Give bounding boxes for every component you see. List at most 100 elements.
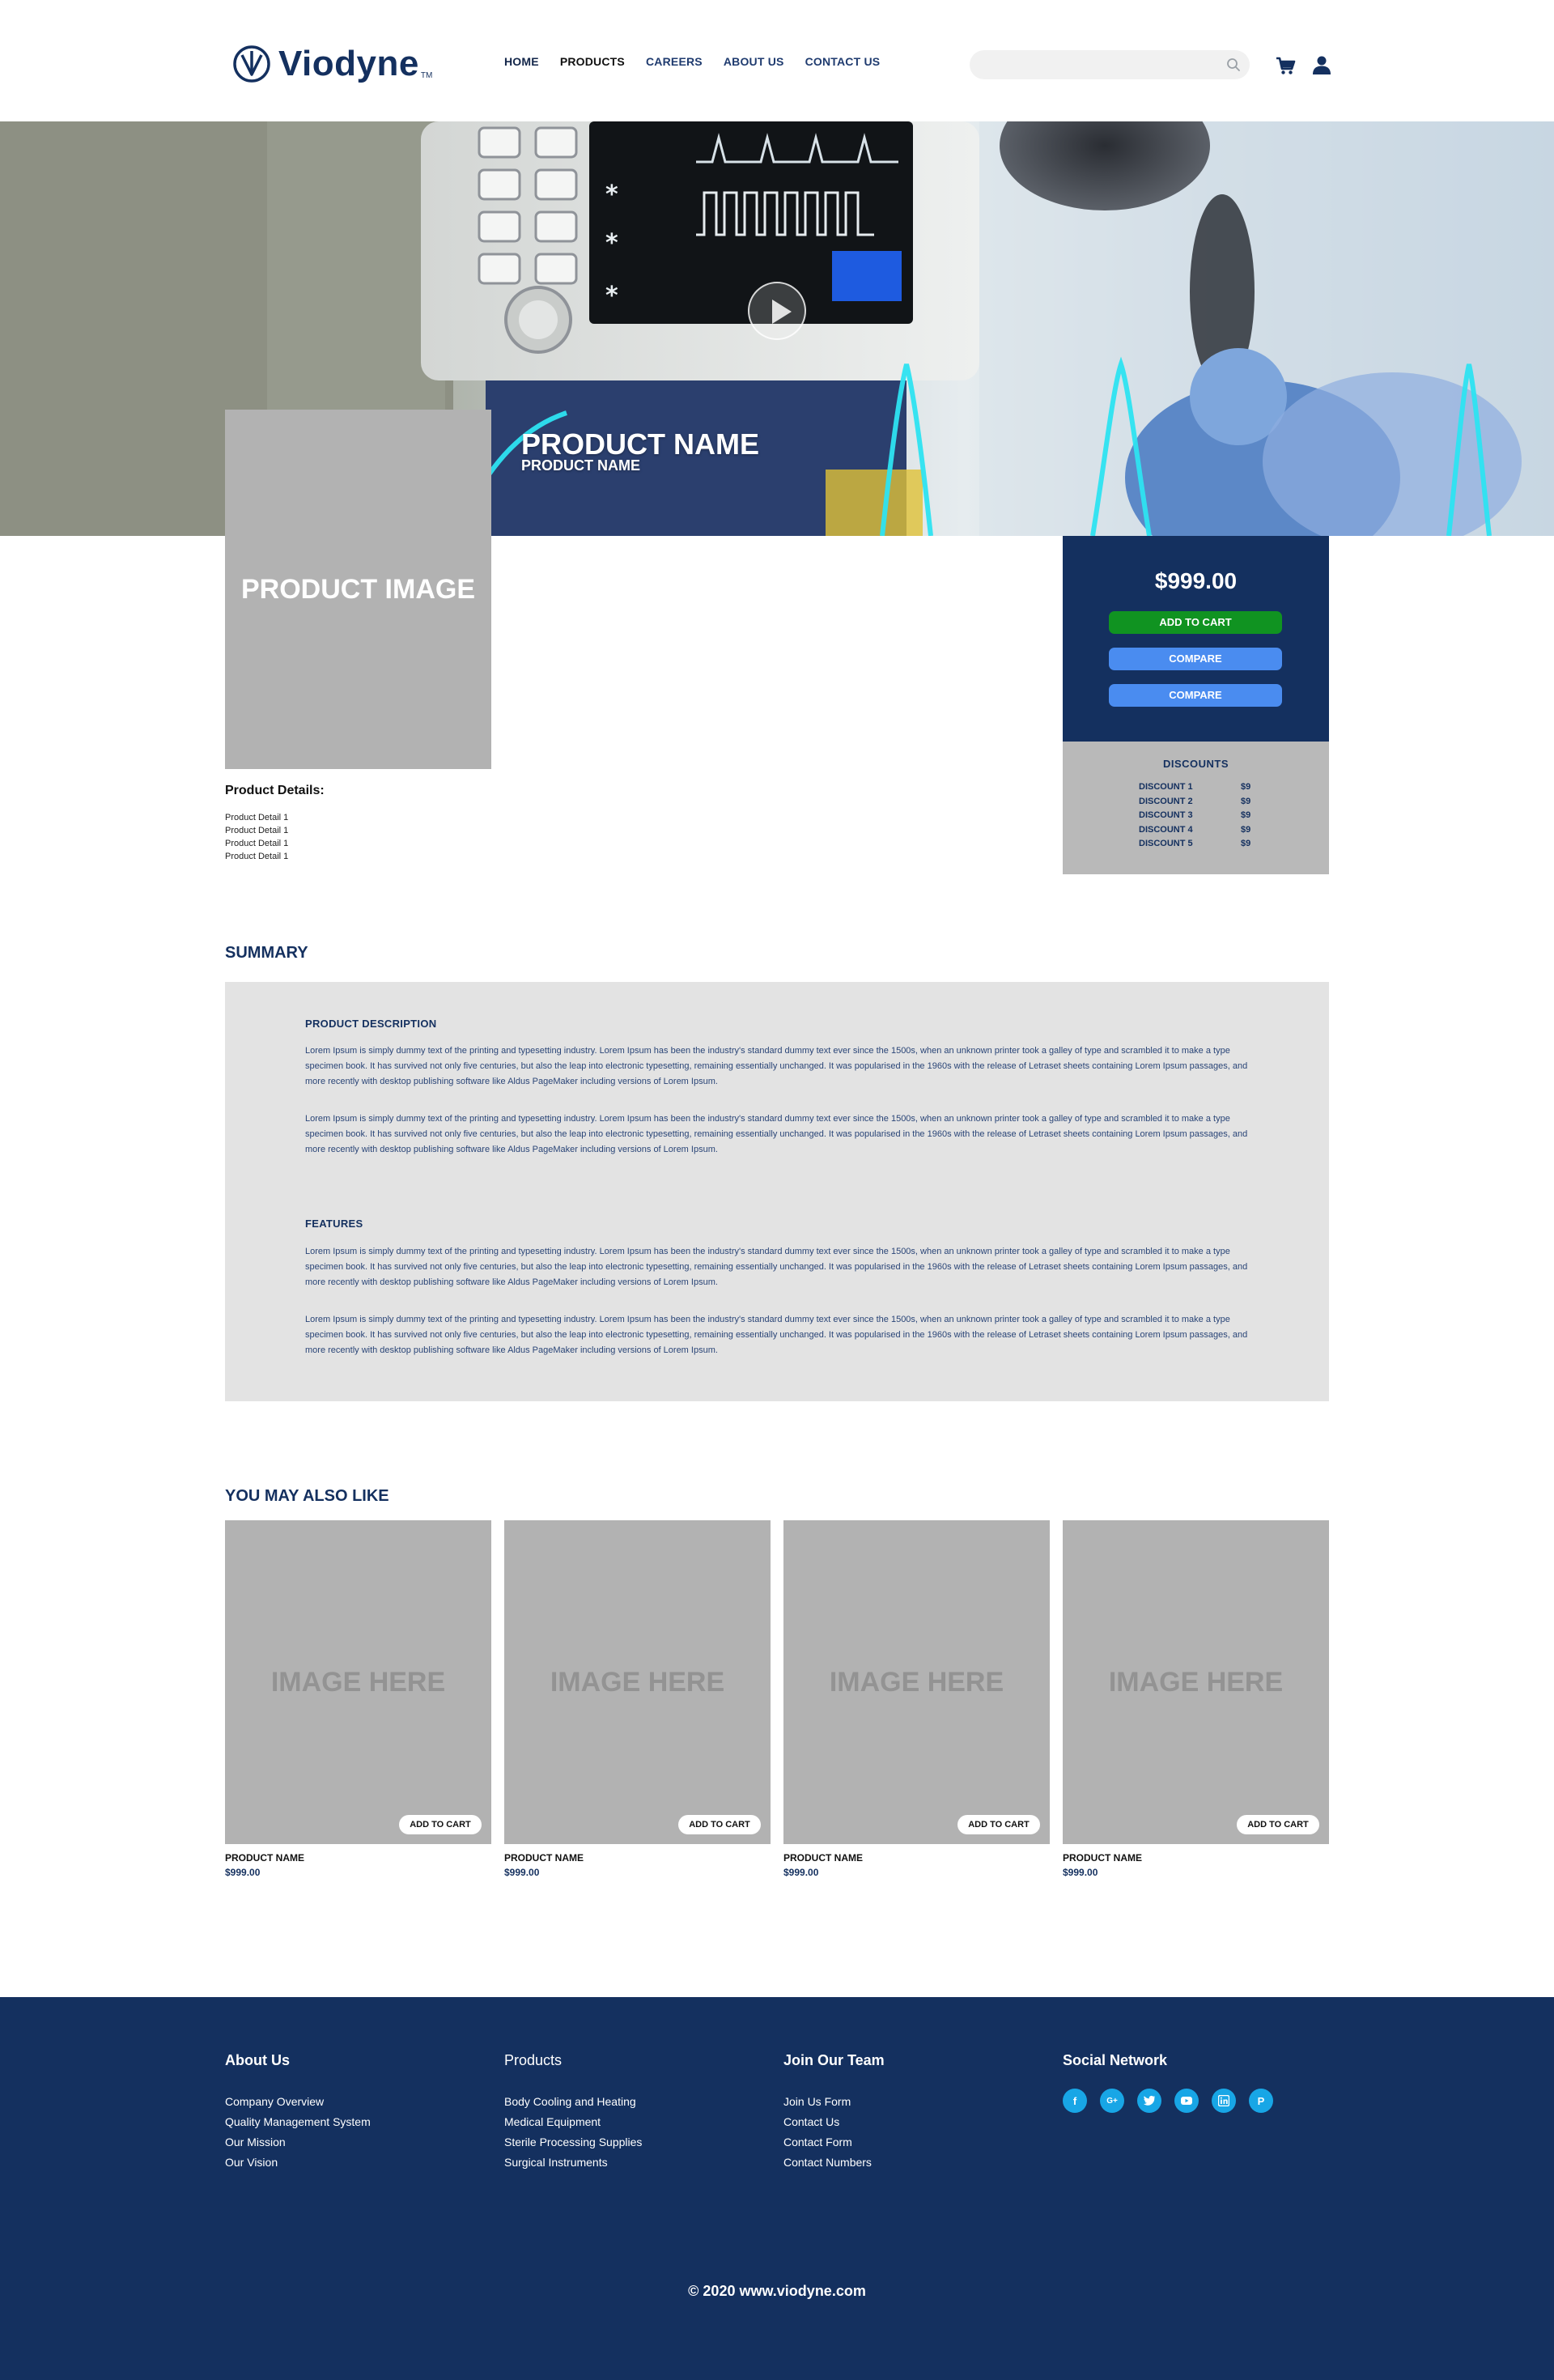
card-add-to-cart-button[interactable]: ADD TO CART: [678, 1815, 761, 1834]
summary-heading: SUMMARY: [225, 944, 308, 962]
facebook-icon[interactable]: f: [1063, 2089, 1087, 2113]
discount-label: DISCOUNT 2: [1139, 796, 1193, 806]
footer-link[interactable]: Body Cooling and Heating: [504, 2092, 642, 2112]
linkedin-shape: [1218, 2095, 1229, 2106]
related-product-name[interactable]: PRODUCT NAME: [1063, 1852, 1329, 1864]
footer-link[interactable]: Join Us Form: [783, 2092, 885, 2112]
card-add-to-cart-button[interactable]: ADD TO CART: [399, 1815, 482, 1834]
footer-link[interactable]: Our Mission: [225, 2132, 371, 2153]
related-product-name[interactable]: PRODUCT NAME: [504, 1852, 771, 1864]
footer-link[interactable]: Sterile Processing Supplies: [504, 2132, 642, 2153]
nav-products[interactable]: PRODUCTS: [560, 55, 625, 68]
compare-button-secondary[interactable]: COMPARE: [1109, 684, 1282, 707]
twitter-bird-shape: [1143, 2095, 1155, 2106]
purchase-panel: $999.00 ADD TO CART COMPARE COMPARE: [1063, 536, 1329, 742]
footer-link[interactable]: Contact Numbers: [783, 2153, 885, 2173]
logo-text: Viodyne: [278, 44, 419, 83]
svg-text:*: *: [605, 181, 618, 209]
related-product-image[interactable]: IMAGE HERE ADD TO CART: [1063, 1520, 1329, 1844]
cart-icon[interactable]: [1275, 55, 1296, 76]
footer-social-column: Social Network f G+ P: [1063, 2052, 1273, 2113]
related-product-price: $999.00: [225, 1867, 261, 1878]
related-product-card[interactable]: IMAGE HERE ADD TO CART PRODUCT NAME $999…: [783, 1520, 1050, 1878]
footer-join-column: Join Our Team Join Us Form Contact Us Co…: [783, 2052, 885, 2173]
discount-row: DISCOUNT 5 $9: [1139, 837, 1250, 852]
discount-label: DISCOUNT 3: [1139, 810, 1193, 820]
discount-value: $9: [1241, 824, 1251, 835]
discounts-title: DISCOUNTS: [1162, 758, 1229, 770]
image-placeholder-label: IMAGE HERE: [270, 1666, 446, 1698]
related-product-name[interactable]: PRODUCT NAME: [783, 1852, 1050, 1864]
nav-contact-us[interactable]: CONTACT US: [805, 55, 881, 68]
svg-text:*: *: [605, 229, 618, 257]
footer-link[interactable]: Company Overview: [225, 2092, 371, 2112]
product-details-title: Product Details:: [225, 784, 325, 797]
image-placeholder-label: IMAGE HERE: [550, 1666, 725, 1698]
related-product-card[interactable]: IMAGE HERE ADD TO CART PRODUCT NAME $999…: [225, 1520, 491, 1878]
add-to-cart-button[interactable]: ADD TO CART: [1109, 611, 1282, 634]
youtube-icon[interactable]: [1174, 2089, 1199, 2113]
footer-join-title: Join Our Team: [783, 2052, 885, 2068]
site-footer: About Us Company Overview Quality Manage…: [0, 1997, 1554, 2380]
related-product-image[interactable]: IMAGE HERE ADD TO CART: [225, 1520, 491, 1844]
product-description-title: PRODUCT DESCRIPTION: [305, 1018, 437, 1030]
product-price: $999.00: [1154, 568, 1238, 593]
search-input[interactable]: [970, 50, 1250, 79]
user-account-icon[interactable]: [1311, 54, 1332, 75]
related-product-price: $999.00: [504, 1867, 540, 1878]
discount-label: DISCOUNT 5: [1139, 839, 1193, 848]
related-product-price: $999.00: [783, 1867, 819, 1878]
logo-trademark: TM: [420, 70, 433, 80]
pinterest-icon[interactable]: P: [1249, 2089, 1273, 2113]
features-title: FEATURES: [305, 1218, 363, 1230]
hero-product-subtitle: PRODUCT NAME: [521, 457, 640, 474]
linkedin-icon[interactable]: [1212, 2089, 1236, 2113]
footer-products-column: Products Body Cooling and Heating Medica…: [504, 2052, 642, 2173]
hero-product-title: PRODUCT NAME: [521, 427, 759, 461]
related-product-name[interactable]: PRODUCT NAME: [225, 1852, 491, 1864]
compare-button[interactable]: COMPARE: [1109, 648, 1282, 670]
features-paragraph: Lorem Ipsum is simply dummy text of the …: [305, 1315, 1248, 1355]
footer-link[interactable]: Our Vision: [225, 2153, 371, 2173]
related-product-card[interactable]: IMAGE HERE ADD TO CART PRODUCT NAME $999…: [504, 1520, 771, 1878]
logo[interactable]: Viodyne TM: [231, 44, 432, 84]
product-details-list: Product Detail 1 Product Detail 1 Produc…: [225, 811, 288, 863]
related-products-heading: YOU MAY ALSO LIKE: [225, 1487, 389, 1505]
discount-value: $9: [1241, 839, 1251, 848]
footer-link[interactable]: Quality Management System: [225, 2112, 371, 2132]
youtube-play-shape: [1181, 2097, 1192, 2105]
related-product-card[interactable]: IMAGE HERE ADD TO CART PRODUCT NAME $999…: [1063, 1520, 1329, 1878]
related-product-image[interactable]: IMAGE HERE ADD TO CART: [504, 1520, 771, 1844]
discount-row: DISCOUNT 1 $9: [1139, 780, 1250, 795]
features-paragraph: Lorem Ipsum is simply dummy text of the …: [305, 1247, 1248, 1287]
card-add-to-cart-button[interactable]: ADD TO CART: [957, 1815, 1040, 1834]
footer-link[interactable]: Contact Form: [783, 2132, 885, 2153]
search-icon[interactable]: [1225, 57, 1242, 73]
nav-about-us[interactable]: ABOUT US: [724, 55, 784, 68]
page: Viodyne TM HOME PRODUCTS CAREERS ABOUT U…: [0, 0, 1554, 2380]
discount-row: DISCOUNT 4 $9: [1139, 823, 1250, 838]
discount-row: DISCOUNT 3 $9: [1139, 809, 1250, 823]
footer-social-title: Social Network: [1063, 2052, 1168, 2068]
product-image-label: PRODUCT IMAGE: [241, 573, 475, 605]
site-header: Viodyne TM HOME PRODUCTS CAREERS ABOUT U…: [0, 0, 1554, 121]
product-description-paragraph: Lorem Ipsum is simply dummy text of the …: [305, 1114, 1248, 1154]
product-image: PRODUCT IMAGE: [225, 410, 491, 769]
footer-link[interactable]: Contact Us: [783, 2112, 885, 2132]
card-add-to-cart-button[interactable]: ADD TO CART: [1237, 1815, 1319, 1834]
product-description-paragraph: Lorem Ipsum is simply dummy text of the …: [305, 1046, 1248, 1086]
twitter-icon[interactable]: [1137, 2089, 1161, 2113]
nav-home[interactable]: HOME: [504, 55, 539, 68]
play-video-button[interactable]: [748, 282, 806, 340]
google-plus-icon[interactable]: G+: [1100, 2089, 1124, 2113]
footer-link[interactable]: Medical Equipment: [504, 2112, 642, 2132]
nav-careers[interactable]: CAREERS: [646, 55, 703, 68]
logo-mark-icon: [233, 45, 270, 83]
related-product-price: $999.00: [1063, 1867, 1098, 1878]
footer-link[interactable]: Surgical Instruments: [504, 2153, 642, 2173]
summary-panel: PRODUCT DESCRIPTION Lorem Ipsum is simpl…: [225, 982, 1329, 1401]
footer-products-title: Products: [504, 2052, 563, 2068]
related-product-image[interactable]: IMAGE HERE ADD TO CART: [783, 1520, 1050, 1844]
main-nav: HOME PRODUCTS CAREERS ABOUT US CONTACT U…: [504, 55, 901, 68]
discount-value: $9: [1241, 796, 1251, 806]
